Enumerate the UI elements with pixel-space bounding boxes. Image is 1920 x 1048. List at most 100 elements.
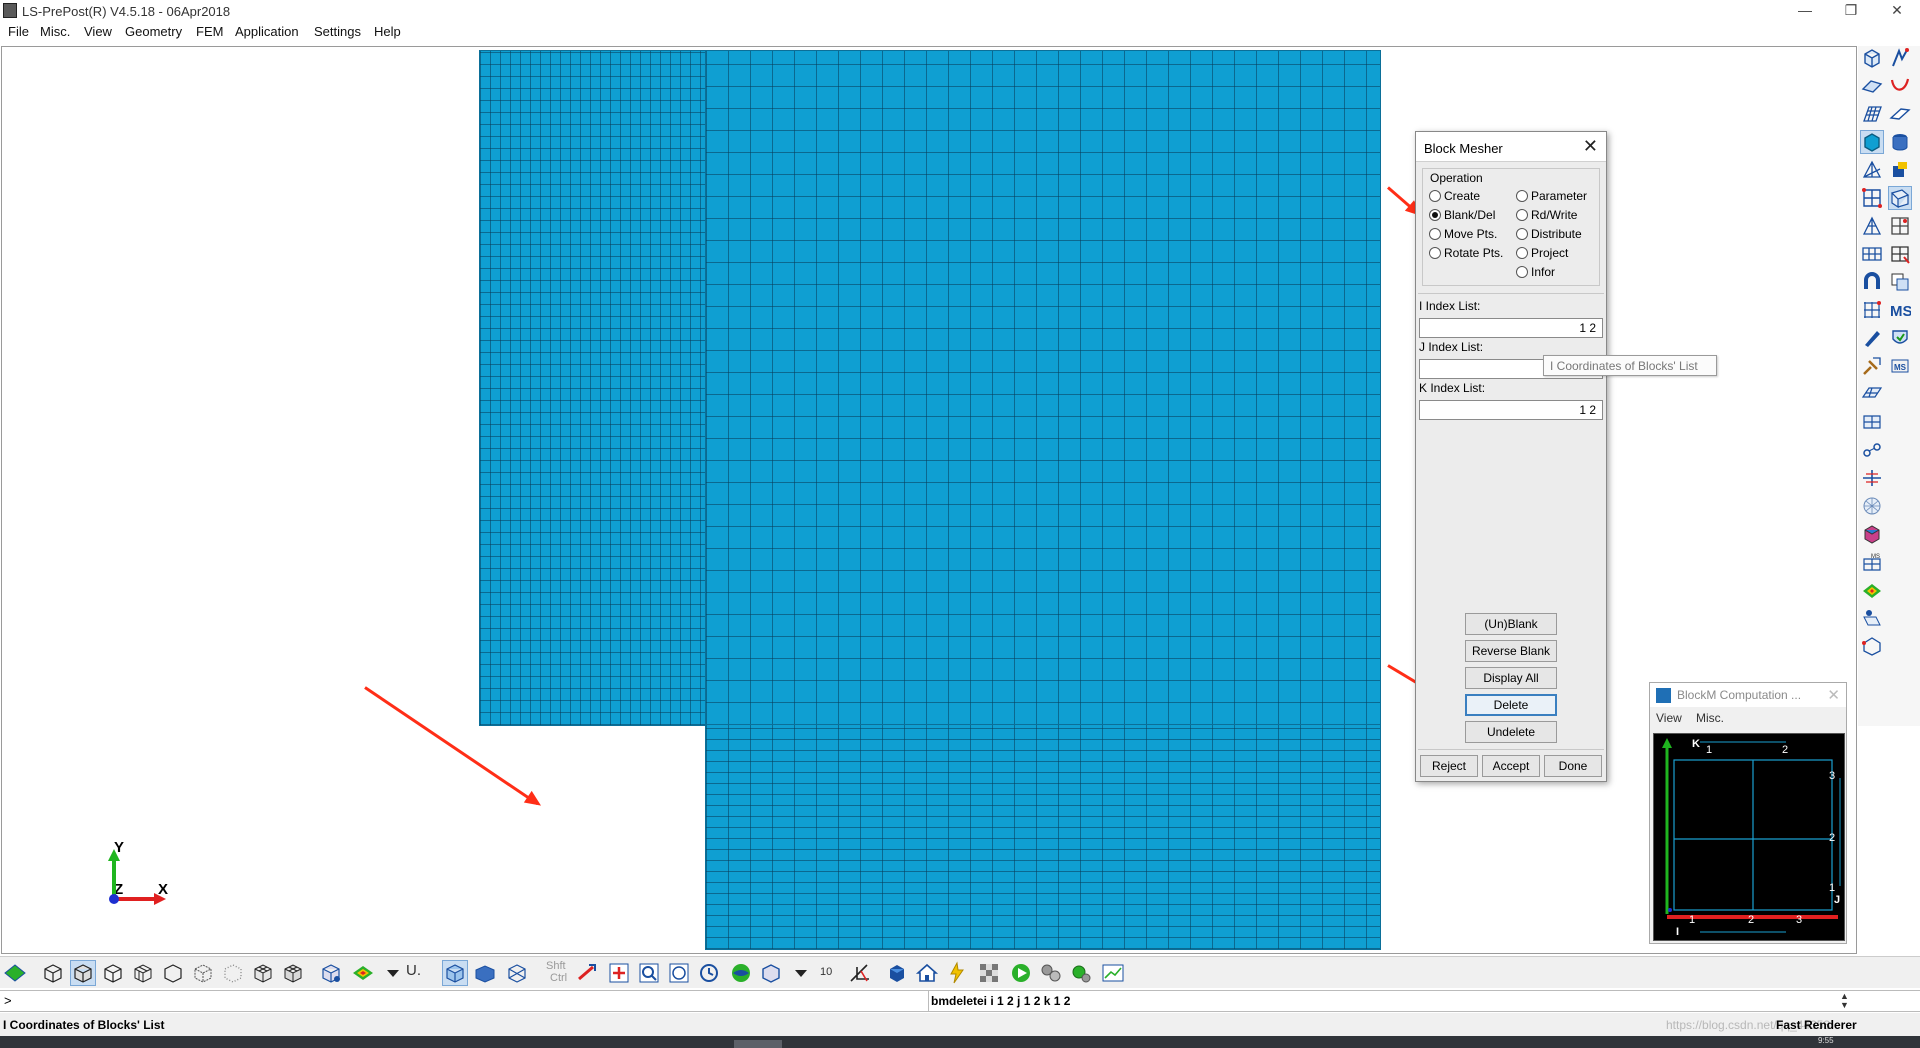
wire-cube-1-icon[interactable]	[40, 960, 66, 986]
menu-geometry[interactable]: Geometry	[125, 24, 182, 39]
surface-icon[interactable]	[1860, 74, 1884, 98]
menu-view[interactable]: View	[84, 24, 112, 39]
gears-icon[interactable]	[1038, 960, 1064, 986]
radio-rotate-pts[interactable]: Rotate Pts.	[1429, 246, 1503, 260]
contour-plot-icon[interactable]	[350, 960, 376, 986]
hidden-cube-icon[interactable]	[100, 960, 126, 986]
shape-wire-icon[interactable]	[1860, 158, 1884, 182]
shield-tool-icon[interactable]	[1888, 326, 1912, 350]
reject-button[interactable]: Reject	[1420, 755, 1478, 777]
element-edit-icon[interactable]	[1888, 242, 1912, 266]
mini-menu-misc[interactable]: Misc.	[1696, 711, 1724, 725]
node-grid-icon[interactable]	[1860, 298, 1884, 322]
ten-label[interactable]: 10	[820, 966, 832, 978]
xy-plot-icon[interactable]	[1100, 960, 1126, 986]
grid-cube-icon[interactable]	[250, 960, 276, 986]
command-spinner[interactable]: ▲ ▼	[1840, 992, 1849, 1010]
fringe-cube-icon[interactable]	[280, 960, 306, 986]
curve-icon[interactable]	[1888, 74, 1912, 98]
hex-node-icon[interactable]	[1860, 634, 1884, 658]
flash-icon[interactable]	[944, 960, 970, 986]
menu-application[interactable]: Application	[235, 24, 299, 39]
u-label[interactable]: U.	[406, 962, 421, 979]
checker-icon[interactable]	[976, 960, 1002, 986]
view-iso-icon[interactable]	[504, 960, 530, 986]
point-cloud-icon[interactable]	[220, 960, 246, 986]
surface-mesh-icon[interactable]	[1860, 382, 1884, 406]
radio-move-pts[interactable]: Move Pts.	[1429, 227, 1497, 241]
menu-misc[interactable]: Misc.	[40, 24, 70, 39]
sphere-mesh-icon[interactable]	[1860, 494, 1884, 518]
shaded-cube-icon[interactable]	[70, 960, 96, 986]
cylinder-icon[interactable]	[1888, 130, 1912, 154]
block-red-icon[interactable]	[1860, 186, 1884, 210]
radio-distribute[interactable]: Distribute	[1516, 227, 1582, 241]
command-history-field[interactable]: bmdeletei i 1 2 j 1 2 k 1 2	[928, 991, 1852, 1011]
center-icon[interactable]	[606, 960, 632, 986]
view-cube-active-icon[interactable]	[442, 960, 468, 986]
stack-mesh-icon[interactable]	[1860, 410, 1884, 434]
display-all-button[interactable]: Display All	[1465, 667, 1557, 689]
accept-button[interactable]: Accept	[1482, 755, 1540, 777]
close-window-button[interactable]: ✕	[1874, 0, 1920, 22]
split-plane-icon[interactable]	[1860, 466, 1884, 490]
contour-icon[interactable]	[1860, 578, 1884, 602]
blue-cube-icon[interactable]	[884, 960, 910, 986]
taskbar-item[interactable]	[734, 1040, 782, 1048]
model-select-icon[interactable]	[2, 960, 28, 986]
cube-wire-icon[interactable]	[1860, 46, 1884, 70]
zoom-icon[interactable]	[636, 960, 662, 986]
ms-mesh-icon[interactable]: MS	[1860, 550, 1884, 574]
dialog-close-icon[interactable]: ✕	[1583, 136, 1598, 157]
restore-button[interactable]: ❐	[1828, 0, 1874, 22]
rotate-icon[interactable]	[696, 960, 722, 986]
play-icon[interactable]	[1008, 960, 1034, 986]
unblank-button[interactable]: (Un)Blank	[1465, 613, 1557, 635]
pick-arrow-icon[interactable]	[574, 960, 600, 986]
menu-file[interactable]: File	[8, 24, 29, 39]
view-solid-icon[interactable]	[472, 960, 498, 986]
tag-icon[interactable]: MS	[1888, 354, 1912, 378]
radio-rd-write[interactable]: Rd/Write	[1516, 208, 1577, 222]
solid-cube-icon[interactable]	[1860, 130, 1884, 154]
gear-green-icon[interactable]	[1068, 960, 1094, 986]
command-prompt[interactable]: >	[4, 993, 12, 1008]
home-icon[interactable]	[914, 960, 940, 986]
magnet-icon[interactable]	[1860, 270, 1884, 294]
menu-settings[interactable]: Settings	[314, 24, 361, 39]
mesh-tool-icon[interactable]	[1888, 214, 1912, 238]
radio-blank-del[interactable]: Blank/Del	[1429, 208, 1495, 222]
quad-mesh-icon[interactable]	[1860, 242, 1884, 266]
radio-infor[interactable]: Infor	[1516, 265, 1555, 279]
plane-icon[interactable]	[1888, 102, 1912, 126]
done-button[interactable]: Done	[1544, 755, 1602, 777]
node-connect-icon[interactable]	[1860, 438, 1884, 462]
menu-fem[interactable]: FEM	[196, 24, 223, 39]
pin-mesh-icon[interactable]	[1860, 606, 1884, 630]
undelete-button[interactable]: Undelete	[1465, 721, 1557, 743]
pen-icon[interactable]	[1860, 326, 1884, 350]
line-draw-icon[interactable]	[1888, 46, 1912, 70]
element-cube-icon[interactable]	[318, 960, 344, 986]
i-index-input[interactable]	[1419, 318, 1603, 338]
menu-help[interactable]: Help	[374, 24, 401, 39]
radio-project[interactable]: Project	[1516, 246, 1568, 260]
minimize-button[interactable]: —	[1782, 0, 1828, 22]
delete-button[interactable]: Delete	[1465, 694, 1557, 716]
outline-cube-icon[interactable]	[160, 960, 186, 986]
view-dropdown-icon[interactable]	[788, 960, 814, 986]
edge-cube-icon[interactable]	[190, 960, 216, 986]
block-index-canvas[interactable]: K 1 2 3 2 1 J 1 2 3 I	[1653, 733, 1845, 941]
radio-create[interactable]: Create	[1429, 189, 1480, 203]
radio-parameter[interactable]: Parameter	[1516, 189, 1587, 203]
block-mesher-icon[interactable]	[1888, 186, 1912, 210]
ms-icon[interactable]: MS	[1888, 298, 1913, 322]
colored-cube-icon[interactable]	[1860, 522, 1884, 546]
cube-flag-icon[interactable]	[1888, 158, 1912, 182]
mesh-grid-icon[interactable]	[1860, 102, 1884, 126]
axis-icon[interactable]	[846, 960, 872, 986]
copy-blocks-icon[interactable]	[1888, 270, 1912, 294]
mesh-cube-icon[interactable]	[130, 960, 156, 986]
dropdown-arrow-icon[interactable]	[380, 960, 406, 986]
globe-icon[interactable]	[728, 960, 754, 986]
